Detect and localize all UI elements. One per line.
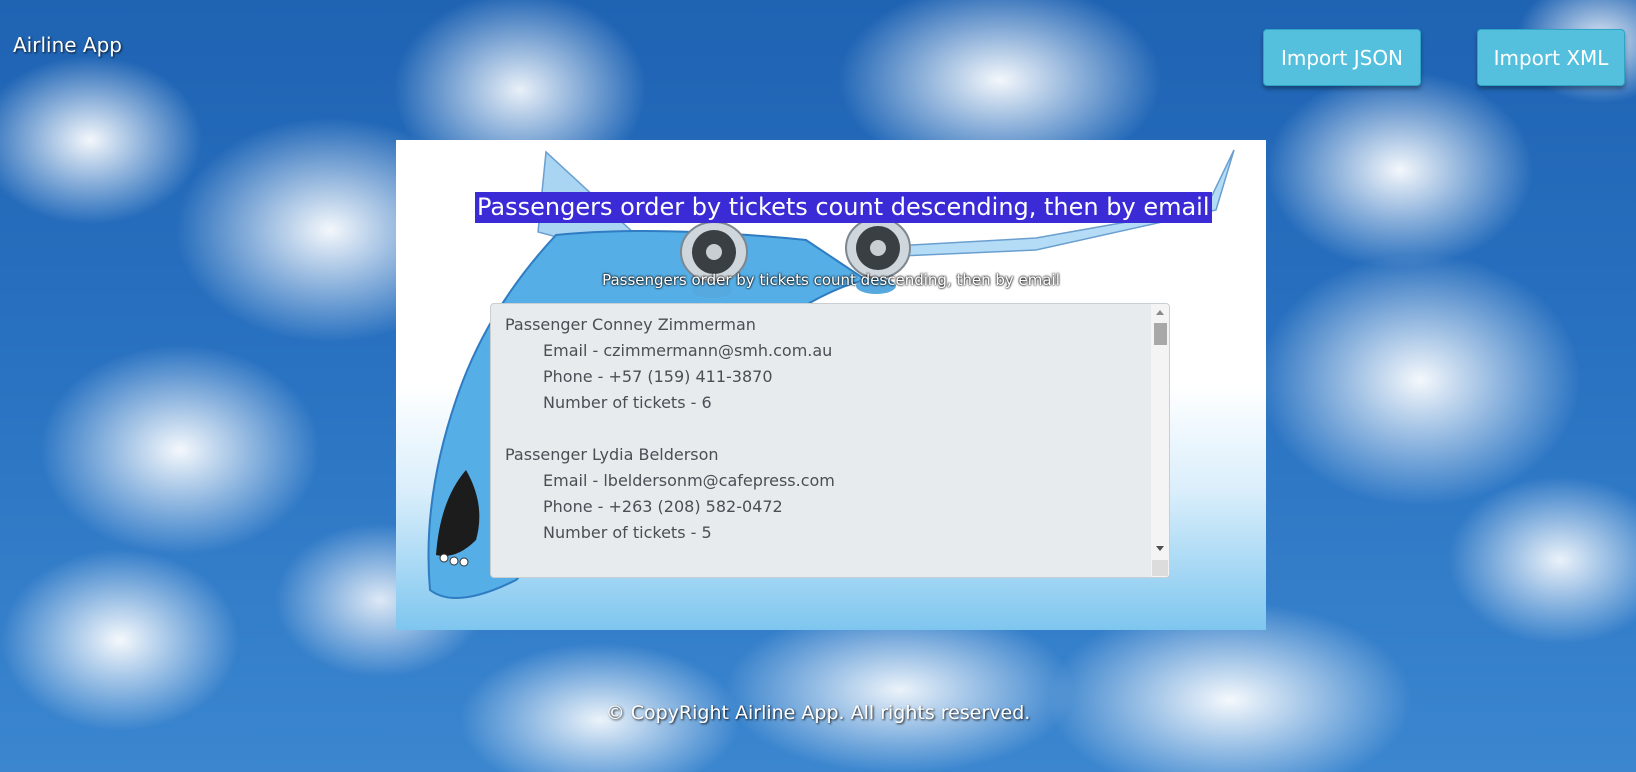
app-window: Airline App Import JSON Import XML Passe… <box>0 0 1636 772</box>
light-icon <box>439 553 449 563</box>
list-item: Passenger Lydia Belderson Email - lbelde… <box>505 442 1147 546</box>
passenger-name: Passenger Lydia Belderson <box>505 445 719 464</box>
scrollbar-thumb[interactable] <box>1154 323 1167 345</box>
light-icon <box>449 556 459 566</box>
app-brand[interactable]: Airline App <box>13 33 122 57</box>
passenger-name: Passenger Conney Zimmerman <box>505 315 756 334</box>
import-xml-button[interactable]: Import XML <box>1477 29 1625 86</box>
footer-copyright: © CopyRight Airline App. All rights rese… <box>605 702 1031 724</box>
light-icon <box>459 557 469 567</box>
arrow-up-icon[interactable] <box>1156 310 1164 315</box>
passenger-phone: Phone - +57 (159) 411-3870 <box>543 367 773 386</box>
passenger-email: Email - czimmermann@smh.com.au <box>543 341 833 360</box>
import-json-button[interactable]: Import JSON <box>1263 29 1421 86</box>
arrow-down-icon[interactable] <box>1156 546 1164 551</box>
passenger-tickets: Number of tickets - 5 <box>543 523 712 542</box>
content-panel: Passengers order by tickets count descen… <box>396 140 1266 630</box>
passengers-list: Passenger Conney Zimmerman Email - czimm… <box>505 312 1147 572</box>
page-title: Passengers order by tickets count descen… <box>475 192 1212 223</box>
passenger-email: Email - lbeldersonm@cafepress.com <box>543 471 835 490</box>
passenger-tickets: Number of tickets - 6 <box>543 393 712 412</box>
page-subtitle: Passengers order by tickets count descen… <box>602 271 1060 289</box>
passenger-phone: Phone - +263 (208) 582-0472 <box>543 497 783 516</box>
vertical-scrollbar[interactable] <box>1151 304 1169 577</box>
list-item: Passenger Conney Zimmerman Email - czimm… <box>505 312 1147 416</box>
passengers-textarea[interactable]: Passenger Conney Zimmerman Email - czimm… <box>490 303 1170 578</box>
resize-grip-icon[interactable] <box>1152 560 1168 576</box>
